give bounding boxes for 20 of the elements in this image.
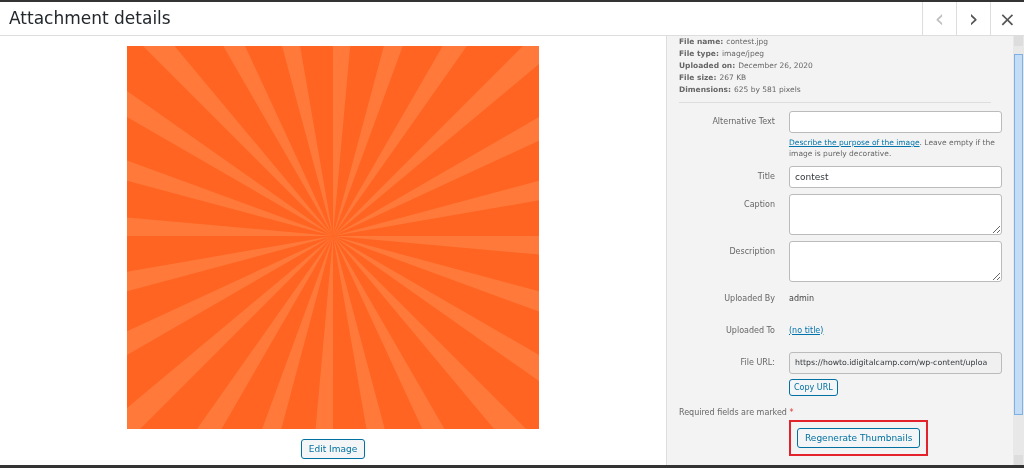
text-field[interactable]: contest: [789, 165, 1002, 188]
field-label: Description: [728, 245, 776, 258]
field-label: Alternative Text: [711, 116, 776, 128]
field-label: Title: [756, 170, 776, 183]
copy-url-button[interactable]: Copy URL: [789, 378, 838, 396]
regenerate-thumbnails-button[interactable]: Regenerate Thumbnails: [797, 427, 921, 448]
field-value: admin: [789, 292, 815, 303]
field-label: Uploaded To: [725, 324, 776, 337]
scrollbar-thumb[interactable]: [1014, 54, 1023, 415]
edit-image-button[interactable]: Edit Image: [300, 439, 366, 459]
required-note: Required fields are marked *: [679, 407, 795, 417]
dialog-title: Attachment details: [8, 7, 172, 30]
scrollbar[interactable]: [1013, 36, 1024, 465]
text-area[interactable]: [789, 193, 1002, 235]
field-label: Uploaded By: [723, 292, 776, 305]
text-area[interactable]: [789, 240, 1002, 282]
text-field[interactable]: [789, 111, 1002, 133]
field-label: Caption: [743, 198, 776, 211]
field-link[interactable]: (no title): [789, 319, 824, 335]
field-label: File URL:: [739, 356, 776, 369]
